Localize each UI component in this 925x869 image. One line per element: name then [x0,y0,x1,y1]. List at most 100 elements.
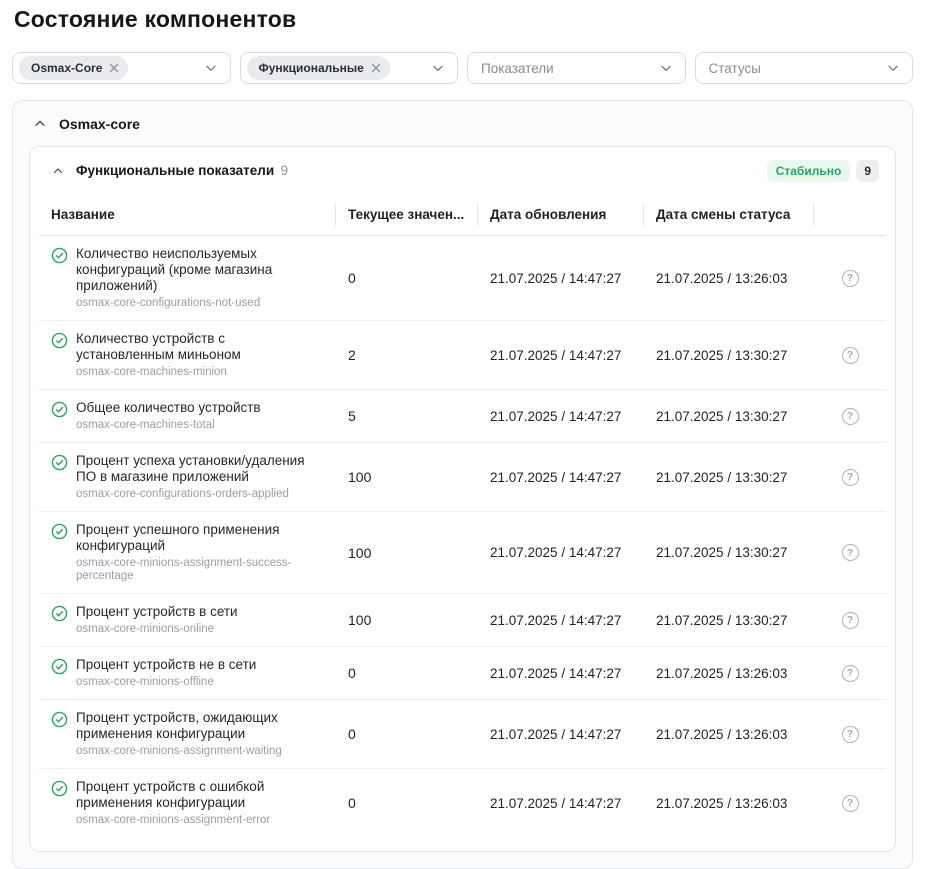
chevron-up-icon [52,165,64,177]
help-icon[interactable]: ? [842,795,859,812]
table-row: Процент устройств, ожидающих применения … [39,700,886,769]
status-ok-icon [51,247,68,264]
metric-code: osmax-core-machines-minion [76,366,324,379]
metric-name: Процент устройств с ошибкой применения к… [76,779,324,811]
metrics-table: Название Текущее значен... Дата обновлен… [39,194,886,837]
metric-updated-date: 21.07.2025 / 14:47:27 [478,594,644,647]
status-ok-icon [51,605,68,622]
metric-current-value: 0 [336,700,478,769]
metric-updated-date: 21.07.2025 / 14:47:27 [478,443,644,512]
metrics-table-body: Количество неиспользуемых конфигураций (… [39,236,886,838]
metric-status-change-date: 21.07.2025 / 13:26:03 [644,236,814,321]
component-panel: Osmax-core Функциональные показатели 9 С… [12,100,913,869]
chevron-down-icon [886,61,900,75]
tag-remove-icon[interactable] [109,63,119,73]
metric-name: Процент успеха установки/удаления ПО в м… [76,453,324,485]
metric-code: osmax-core-minions-assignment-success-pe… [76,557,324,583]
filter-groups[interactable]: Функциональные [240,52,459,84]
metric-status-change-date: 21.07.2025 / 13:26:03 [644,700,814,769]
metric-status-change-date: 21.07.2025 / 13:30:27 [644,390,814,443]
table-row: Общее количество устройств osmax-core-ma… [39,390,886,443]
page-title: Состояние компонентов [14,6,913,33]
table-row: Количество неиспользуемых конфигураций (… [39,236,886,321]
chevron-up-icon [33,117,47,131]
metric-updated-date: 21.07.2025 / 14:47:27 [478,236,644,321]
metric-status-change-date: 21.07.2025 / 13:30:27 [644,321,814,390]
column-header-status-change-date: Дата смены статуса [644,194,814,236]
metric-status-change-date: 21.07.2025 / 13:26:03 [644,647,814,700]
metric-status-change-date: 21.07.2025 / 13:30:27 [644,594,814,647]
metric-name: Процент успешного применения конфигураци… [76,522,324,554]
column-header-current-value: Текущее значен... [336,194,478,236]
help-icon[interactable]: ? [842,270,859,287]
component-state-page: Состояние компонентов Osmax-Core Функцио… [0,0,925,869]
status-ok-icon [51,658,68,675]
metric-updated-date: 21.07.2025 / 14:47:27 [478,390,644,443]
metric-updated-date: 21.07.2025 / 14:47:27 [478,769,644,838]
column-header-actions [814,194,886,236]
help-icon[interactable]: ? [842,544,859,561]
metric-code: osmax-core-minions-assignment-error [76,814,324,827]
metric-status-change-date: 21.07.2025 / 13:30:27 [644,443,814,512]
filter-indicators-placeholder: Показатели [474,61,554,76]
status-ok-icon [51,332,68,349]
filters-bar: Osmax-Core Функциональные [12,52,913,84]
metric-updated-date: 21.07.2025 / 14:47:27 [478,512,644,594]
table-row: Процент устройств с ошибкой применения к… [39,769,886,838]
metric-name: Количество неиспользуемых конфигураций (… [76,246,324,294]
metric-current-value: 0 [336,769,478,838]
metric-code: osmax-core-configurations-orders-applied [76,488,324,501]
column-header-name: Название [39,194,336,236]
metric-status-change-date: 21.07.2025 / 13:30:27 [644,512,814,594]
table-row: Процент успеха установки/удаления ПО в м… [39,443,886,512]
metric-name: Общее количество устройств [76,400,261,416]
chevron-down-icon [659,61,673,75]
status-ok-icon [51,401,68,418]
metric-code: osmax-core-minions-online [76,623,238,636]
table-row: Процент успешного применения конфигураци… [39,512,886,594]
metrics-table-wrap: Название Текущее значен... Дата обновлен… [30,194,895,851]
metric-code: osmax-core-minions-assignment-waiting [76,745,324,758]
metric-current-value: 100 [336,443,478,512]
help-icon[interactable]: ? [842,665,859,682]
metric-current-value: 2 [336,321,478,390]
metric-name: Процент устройств, ожидающих применения … [76,710,324,742]
component-panel-header[interactable]: Osmax-core [13,101,912,146]
metric-updated-date: 21.07.2025 / 14:47:27 [478,700,644,769]
tag-remove-icon[interactable] [371,63,381,73]
status-ok-icon [51,711,68,728]
component-panel-title: Osmax-core [59,116,140,132]
metric-updated-date: 21.07.2025 / 14:47:27 [478,647,644,700]
status-count-badge: 9 [856,160,879,182]
table-row: Процент устройств не в сети osmax-core-m… [39,647,886,700]
table-row: Процент устройств в сети osmax-core-mini… [39,594,886,647]
metric-code: osmax-core-minions-offline [76,676,256,689]
filter-statuses-placeholder: Статусы [702,61,761,76]
help-icon[interactable]: ? [842,408,859,425]
metric-name: Количество устройств с установленным мин… [76,331,324,363]
filter-statuses[interactable]: Статусы [695,52,914,84]
metric-updated-date: 21.07.2025 / 14:47:27 [478,321,644,390]
filter-components[interactable]: Osmax-Core [12,52,231,84]
metric-name: Процент устройств не в сети [76,657,256,673]
metric-current-value: 100 [336,512,478,594]
filter-groups-tag-label: Функциональные [259,61,364,75]
metric-current-value: 0 [336,236,478,321]
filter-components-tag-label: Osmax-Core [31,61,102,75]
help-icon[interactable]: ? [842,612,859,629]
table-header-row: Название Текущее значен... Дата обновлен… [39,194,886,236]
metrics-group-title: Функциональные показатели [76,163,274,178]
help-icon[interactable]: ? [842,347,859,364]
chevron-down-icon [431,61,445,75]
metrics-group-card: Функциональные показатели 9 Стабильно 9 … [29,146,896,852]
metric-status-change-date: 21.07.2025 / 13:26:03 [644,769,814,838]
metric-current-value: 0 [336,647,478,700]
metrics-group-header[interactable]: Функциональные показатели 9 Стабильно 9 [30,147,895,194]
filter-indicators[interactable]: Показатели [467,52,686,84]
table-row: Количество устройств с установленным мин… [39,321,886,390]
metric-current-value: 100 [336,594,478,647]
status-badge: Стабильно [767,160,851,182]
metrics-group-count: 9 [281,163,289,178]
help-icon[interactable]: ? [842,469,859,486]
help-icon[interactable]: ? [842,726,859,743]
